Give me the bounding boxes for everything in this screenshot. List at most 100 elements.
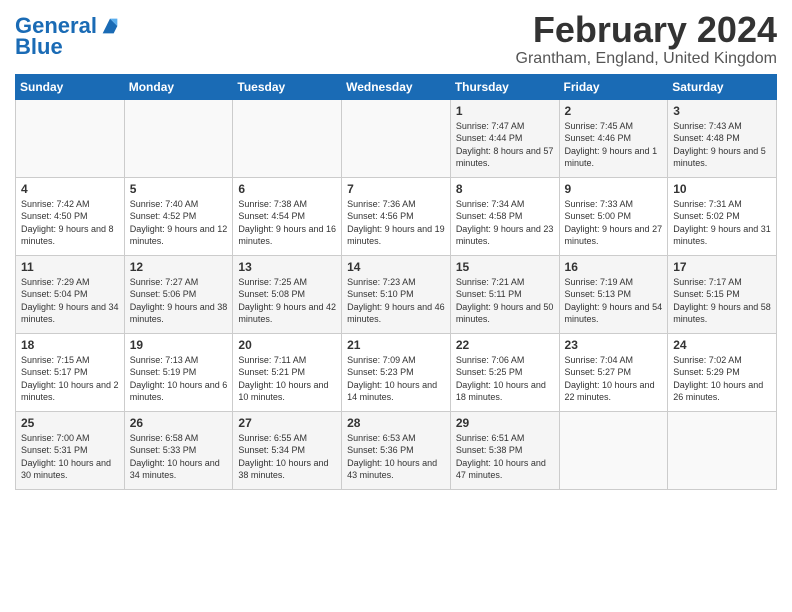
day-info: Sunrise: 7:47 AM Sunset: 4:44 PM Dayligh… — [456, 120, 554, 170]
day-number: 21 — [347, 338, 445, 352]
calendar-cell: 2Sunrise: 7:45 AM Sunset: 4:46 PM Daylig… — [559, 99, 668, 177]
day-info: Sunrise: 7:13 AM Sunset: 5:19 PM Dayligh… — [130, 354, 228, 404]
calendar-cell: 23Sunrise: 7:04 AM Sunset: 5:27 PM Dayli… — [559, 333, 668, 411]
calendar-cell: 10 Sunrise: 7:31 AM Sunset: 5:02 PM Dayli… — [668, 177, 777, 255]
location-title: Grantham, England, United Kingdom — [516, 50, 777, 68]
day-number: 10 — [673, 182, 771, 196]
day-info: Sunrise: 7:25 AM Sunset: 5:08 PM Dayligh… — [238, 276, 336, 326]
month-title: February 2024 — [516, 10, 777, 50]
calendar-cell: 22 Sunrise: 7:06 AM Sunset: 5:25 PM Dayli… — [450, 333, 559, 411]
main-container: General Blue February 2024 Grantham, Eng… — [0, 0, 792, 500]
weekday-header-wednesday: Wednesday — [342, 74, 451, 99]
day-info: Sunrise: 7:29 AM Sunset: 5:04 PM Dayligh… — [21, 276, 119, 326]
calendar-cell: 14Sunrise: 7:23 AM Sunset: 5:10 PM Dayli… — [342, 255, 451, 333]
day-number: 22 — [456, 338, 554, 352]
day-number: 29 — [456, 416, 554, 430]
calendar-cell: 28 Sunrise: 6:53 AM Sunset: 5:36 PM Dayli… — [342, 411, 451, 489]
calendar-cell: 1 Sunrise: 7:47 AM Sunset: 4:44 PM Daylig… — [450, 99, 559, 177]
day-info: Sunrise: 7:06 AM Sunset: 5:25 PM Dayligh… — [456, 354, 554, 404]
day-number: 28 — [347, 416, 445, 430]
calendar-table: SundayMondayTuesdayWednesdayThursdayFrid… — [15, 74, 777, 490]
calendar-cell: 13 Sunrise: 7:25 AM Sunset: 5:08 PM Dayli… — [233, 255, 342, 333]
calendar-cell — [342, 99, 451, 177]
day-number: 1 — [456, 104, 554, 118]
day-number: 7 — [347, 182, 445, 196]
calendar-cell: 26Sunrise: 6:58 AM Sunset: 5:33 PM Dayli… — [124, 411, 233, 489]
day-info: Sunrise: 6:55 AM Sunset: 5:34 PM Dayligh… — [238, 432, 336, 482]
day-number: 3 — [673, 104, 771, 118]
day-number: 8 — [456, 182, 554, 196]
day-number: 26 — [130, 416, 228, 430]
calendar-cell: 27Sunrise: 6:55 AM Sunset: 5:34 PM Dayli… — [233, 411, 342, 489]
calendar-cell: 4 Sunrise: 7:42 AM Sunset: 4:50 PM Daylig… — [16, 177, 125, 255]
calendar-cell: 8 Sunrise: 7:34 AM Sunset: 4:58 PM Daylig… — [450, 177, 559, 255]
day-number: 5 — [130, 182, 228, 196]
calendar-cell: 24Sunrise: 7:02 AM Sunset: 5:29 PM Dayli… — [668, 333, 777, 411]
day-number: 23 — [565, 338, 663, 352]
calendar-week-row: 1 Sunrise: 7:47 AM Sunset: 4:44 PM Daylig… — [16, 99, 777, 177]
day-number: 4 — [21, 182, 119, 196]
weekday-header-row: SundayMondayTuesdayWednesdayThursdayFrid… — [16, 74, 777, 99]
calendar-cell: 15 Sunrise: 7:21 AM Sunset: 5:11 PM Dayli… — [450, 255, 559, 333]
calendar-cell: 6 Sunrise: 7:38 AM Sunset: 4:54 PM Daylig… — [233, 177, 342, 255]
calendar-cell: 3 Sunrise: 7:43 AM Sunset: 4:48 PM Daylig… — [668, 99, 777, 177]
calendar-cell: 7 Sunrise: 7:36 AM Sunset: 4:56 PM Daylig… — [342, 177, 451, 255]
day-info: Sunrise: 6:51 AM Sunset: 5:38 PM Dayligh… — [456, 432, 554, 482]
calendar-cell: 9 Sunrise: 7:33 AM Sunset: 5:00 PM Daylig… — [559, 177, 668, 255]
calendar-cell: 21 Sunrise: 7:09 AM Sunset: 5:23 PM Dayli… — [342, 333, 451, 411]
logo: General Blue — [15, 14, 121, 60]
logo-icon — [99, 15, 121, 37]
day-number: 2 — [565, 104, 663, 118]
day-info: Sunrise: 7:23 AM Sunset: 5:10 PM Dayligh… — [347, 276, 445, 326]
day-number: 6 — [238, 182, 336, 196]
calendar-cell — [124, 99, 233, 177]
day-info: Sunrise: 7:33 AM Sunset: 5:00 PM Dayligh… — [565, 198, 663, 248]
calendar-cell: 20 Sunrise: 7:11 AM Sunset: 5:21 PM Dayli… — [233, 333, 342, 411]
day-number: 16 — [565, 260, 663, 274]
day-number: 19 — [130, 338, 228, 352]
title-section: February 2024 Grantham, England, United … — [516, 10, 777, 68]
calendar-week-row: 4 Sunrise: 7:42 AM Sunset: 4:50 PM Daylig… — [16, 177, 777, 255]
day-info: Sunrise: 6:53 AM Sunset: 5:36 PM Dayligh… — [347, 432, 445, 482]
day-info: Sunrise: 7:36 AM Sunset: 4:56 PM Dayligh… — [347, 198, 445, 248]
day-number: 20 — [238, 338, 336, 352]
day-info: Sunrise: 7:09 AM Sunset: 5:23 PM Dayligh… — [347, 354, 445, 404]
day-info: Sunrise: 7:19 AM Sunset: 5:13 PM Dayligh… — [565, 276, 663, 326]
calendar-cell — [233, 99, 342, 177]
day-info: Sunrise: 7:21 AM Sunset: 5:11 PM Dayligh… — [456, 276, 554, 326]
day-number: 15 — [456, 260, 554, 274]
day-number: 24 — [673, 338, 771, 352]
day-number: 11 — [21, 260, 119, 274]
weekday-header-tuesday: Tuesday — [233, 74, 342, 99]
day-info: Sunrise: 7:11 AM Sunset: 5:21 PM Dayligh… — [238, 354, 336, 404]
day-info: Sunrise: 7:31 AM Sunset: 5:02 PM Dayligh… — [673, 198, 771, 248]
day-number: 17 — [673, 260, 771, 274]
calendar-cell — [559, 411, 668, 489]
calendar-cell — [668, 411, 777, 489]
calendar-week-row: 11 Sunrise: 7:29 AM Sunset: 5:04 PM Dayli… — [16, 255, 777, 333]
weekday-header-thursday: Thursday — [450, 74, 559, 99]
day-info: Sunrise: 7:43 AM Sunset: 4:48 PM Dayligh… — [673, 120, 771, 170]
day-info: Sunrise: 7:40 AM Sunset: 4:52 PM Dayligh… — [130, 198, 228, 248]
day-info: Sunrise: 7:15 AM Sunset: 5:17 PM Dayligh… — [21, 354, 119, 404]
calendar-cell: 25 Sunrise: 7:00 AM Sunset: 5:31 PM Dayli… — [16, 411, 125, 489]
header: General Blue February 2024 Grantham, Eng… — [15, 10, 777, 68]
calendar-cell: 16 Sunrise: 7:19 AM Sunset: 5:13 PM Dayli… — [559, 255, 668, 333]
day-info: Sunrise: 7:00 AM Sunset: 5:31 PM Dayligh… — [21, 432, 119, 482]
weekday-header-saturday: Saturday — [668, 74, 777, 99]
day-number: 12 — [130, 260, 228, 274]
calendar-cell — [16, 99, 125, 177]
calendar-cell: 12 Sunrise: 7:27 AM Sunset: 5:06 PM Dayli… — [124, 255, 233, 333]
day-info: Sunrise: 7:27 AM Sunset: 5:06 PM Dayligh… — [130, 276, 228, 326]
calendar-cell: 5 Sunrise: 7:40 AM Sunset: 4:52 PM Daylig… — [124, 177, 233, 255]
weekday-header-friday: Friday — [559, 74, 668, 99]
day-number: 13 — [238, 260, 336, 274]
day-info: Sunrise: 7:42 AM Sunset: 4:50 PM Dayligh… — [21, 198, 119, 248]
calendar-week-row: 18Sunrise: 7:15 AM Sunset: 5:17 PM Dayli… — [16, 333, 777, 411]
calendar-cell: 11 Sunrise: 7:29 AM Sunset: 5:04 PM Dayli… — [16, 255, 125, 333]
day-info: Sunrise: 7:34 AM Sunset: 4:58 PM Dayligh… — [456, 198, 554, 248]
day-info: Sunrise: 7:17 AM Sunset: 5:15 PM Dayligh… — [673, 276, 771, 326]
day-number: 25 — [21, 416, 119, 430]
day-info: Sunrise: 7:38 AM Sunset: 4:54 PM Dayligh… — [238, 198, 336, 248]
day-number: 9 — [565, 182, 663, 196]
